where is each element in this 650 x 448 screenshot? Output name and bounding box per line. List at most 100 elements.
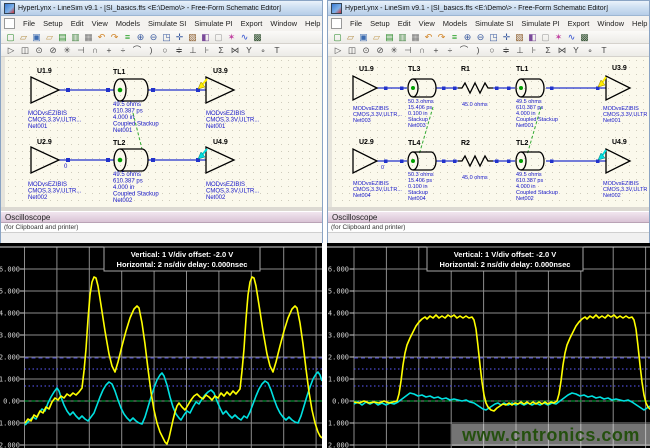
menu-view[interactable]: View xyxy=(415,19,439,28)
oscilloscope-panel-header[interactable]: Oscilloscope xyxy=(1,211,322,223)
probe-arrow-yellow[interactable] xyxy=(598,77,606,87)
coupling-part-icon[interactable]: ⋈ xyxy=(555,45,569,56)
zoom-out-icon[interactable]: ⊖ xyxy=(474,32,487,43)
menu-simulate-pi[interactable]: Simulate PI xyxy=(190,19,236,28)
eye-diagram-icon[interactable]: ▩ xyxy=(251,32,264,43)
y-junction-icon[interactable]: Y xyxy=(569,45,583,56)
circle-part-icon[interactable]: ○ xyxy=(158,45,172,56)
diff-pair-icon[interactable]: ≑ xyxy=(172,45,186,56)
zoom-in-icon[interactable]: ⊕ xyxy=(134,32,147,43)
title-bar[interactable]: HyperLynx - LineSim v9.1 - [SI_basics.ff… xyxy=(1,1,322,16)
open-folder-icon[interactable]: ▱ xyxy=(43,32,56,43)
schematic-canvas-left[interactable]: U1.9 MODvsEZIBIS CMOS,3.3V,ULTR... Net00… xyxy=(1,57,322,207)
netlist-icon[interactable]: ◧ xyxy=(526,32,539,43)
menu-simulate-si[interactable]: Simulate SI xyxy=(144,19,190,28)
pin[interactable] xyxy=(400,87,404,91)
menu-file[interactable]: File xyxy=(19,19,39,28)
clock-part-icon[interactable]: ⊘ xyxy=(46,45,60,56)
resistor-r1[interactable]: R1 45.0 ohms xyxy=(458,66,493,108)
tline-tl3[interactable]: TL3 50.3 ohms 15.406 ps 0.100 in Stackup… xyxy=(408,66,436,129)
text-part-icon[interactable]: T xyxy=(270,45,284,56)
ground-part-icon[interactable]: ⊥ xyxy=(513,45,527,56)
schematic-canvas-right[interactable]: U1.9 MODvsEZIBIS CMOS,3.3V,ULTR... Net00… xyxy=(328,57,649,207)
menu-simulate-si[interactable]: Simulate SI xyxy=(471,19,517,28)
wizard-icon[interactable]: ✶ xyxy=(552,32,565,43)
menu-models[interactable]: Models xyxy=(439,19,471,28)
pin[interactable] xyxy=(66,158,70,162)
menu-models[interactable]: Models xyxy=(112,19,144,28)
capacitor-part-icon[interactable]: ⊣ xyxy=(74,45,88,56)
tline-tl4[interactable]: TL4 50.3 ohms 15.406 ps 0.100 in Stackup… xyxy=(408,140,436,202)
terminator-icon[interactable]: ∘ xyxy=(256,45,270,56)
menu-window[interactable]: Window xyxy=(593,19,628,28)
select-pointer-icon[interactable]: ▷ xyxy=(331,45,345,56)
undo-icon[interactable]: ↶ xyxy=(422,32,435,43)
pin[interactable] xyxy=(442,160,446,164)
capacitor-part-icon[interactable]: ⊣ xyxy=(401,45,415,56)
new-schematic-icon[interactable]: ▢ xyxy=(4,32,17,43)
boardsim-icon[interactable]: ▧ xyxy=(513,32,526,43)
stackup-editor-icon[interactable]: ≡ xyxy=(448,32,461,43)
bend-part-icon[interactable]: ) xyxy=(471,45,485,56)
driver-u1-9[interactable]: U1.9 MODvsEZIBIS CMOS,3.3V,ULTR... Net00… xyxy=(28,68,82,130)
receiver-u3-9[interactable]: U3.9 MODvsEZIBIS CMOS,3.3V,ULTR... Net00… xyxy=(206,68,260,130)
receiver-u4-9[interactable]: U4.9 MODvsEZIBIS CMOS,3.3V,ULTR... Net00… xyxy=(206,139,260,201)
resistor-part-icon[interactable]: ✳ xyxy=(60,45,74,56)
probe-arrow-cyan[interactable] xyxy=(598,150,606,160)
eye-diagram-icon[interactable]: ▩ xyxy=(578,32,591,43)
open-schematic-icon[interactable]: ▱ xyxy=(17,32,30,43)
oscilloscope-icon[interactable]: ∿ xyxy=(238,32,251,43)
menu-export[interactable]: Export xyxy=(564,19,594,28)
sheet-icon[interactable]: ▢ xyxy=(539,32,552,43)
divider-part-icon[interactable]: ÷ xyxy=(116,45,130,56)
plus-part-icon[interactable]: + xyxy=(102,45,116,56)
menu-view[interactable]: View xyxy=(88,19,112,28)
wizard-icon[interactable]: ✶ xyxy=(225,32,238,43)
pin[interactable] xyxy=(66,88,70,92)
diff-pair-icon[interactable]: ≑ xyxy=(499,45,513,56)
inductor-part-icon[interactable]: ∩ xyxy=(88,45,102,56)
redo-icon[interactable]: ↷ xyxy=(108,32,121,43)
driver-u2-9[interactable]: U2.9 MODvsEZIBIS CMOS,3.3V,ULTR... Net00… xyxy=(28,139,82,201)
netlist-icon[interactable]: ◧ xyxy=(199,32,212,43)
inductor-part-icon[interactable]: ∩ xyxy=(415,45,429,56)
pan-icon[interactable]: ✛ xyxy=(173,32,186,43)
stackup-editor-icon[interactable]: ≡ xyxy=(121,32,134,43)
undo-icon[interactable]: ↶ xyxy=(95,32,108,43)
document-icon[interactable] xyxy=(331,18,342,29)
y-junction-icon[interactable]: Y xyxy=(242,45,256,56)
title-bar[interactable]: HyperLynx - LineSim v9.1 - [SI_basics.ff… xyxy=(328,1,649,16)
print-icon[interactable]: ▦ xyxy=(82,32,95,43)
import-file-icon[interactable]: ▣ xyxy=(357,32,370,43)
driver-u1-9[interactable]: U1.9 MODvsEZIBIS CMOS,3.3V,ULTR... Net00… xyxy=(353,66,402,124)
menu-help[interactable]: Help xyxy=(301,19,324,28)
oscilloscope-icon[interactable]: ∿ xyxy=(565,32,578,43)
menu-edit[interactable]: Edit xyxy=(394,19,415,28)
pin[interactable] xyxy=(151,158,155,162)
clock-part-icon[interactable]: ⊘ xyxy=(373,45,387,56)
circle-part-icon[interactable]: ○ xyxy=(485,45,499,56)
resistor-r2[interactable]: R2 45.0 ohms xyxy=(458,140,493,181)
text-part-icon[interactable]: T xyxy=(597,45,611,56)
receiver-u3-9[interactable]: U3.9 MODvsEZIBIS CMOS,3.3V,ULTR Net001 xyxy=(603,65,647,124)
pin[interactable] xyxy=(495,160,499,164)
driver-u2-9[interactable]: U2.9 MODvsEZIBIS CMOS,3.3V,ULTR... Net00… xyxy=(353,139,402,199)
bend-part-icon[interactable]: ) xyxy=(144,45,158,56)
pin[interactable] xyxy=(400,160,404,164)
save-icon[interactable]: ▤ xyxy=(56,32,69,43)
probe-part-icon[interactable]: ⊦ xyxy=(527,45,541,56)
divider-part-icon[interactable]: ÷ xyxy=(443,45,457,56)
pin[interactable] xyxy=(384,160,388,164)
import-file-icon[interactable]: ▣ xyxy=(30,32,43,43)
boardsim-icon[interactable]: ▧ xyxy=(186,32,199,43)
ground-part-icon[interactable]: ⊥ xyxy=(186,45,200,56)
new-schematic-icon[interactable]: ▢ xyxy=(331,32,344,43)
tline-tl1[interactable]: TL1 49.5 ohms 610.387 ps 4.000 in Couple… xyxy=(516,66,558,129)
oscilloscope-panel-header[interactable]: Oscilloscope xyxy=(328,211,649,223)
pin[interactable] xyxy=(507,160,511,164)
select-pointer-icon[interactable]: ▷ xyxy=(4,45,18,56)
pin[interactable] xyxy=(507,87,511,91)
zoom-area-icon[interactable]: ◳ xyxy=(487,32,500,43)
menu-window[interactable]: Window xyxy=(266,19,301,28)
document-icon[interactable] xyxy=(4,18,15,29)
